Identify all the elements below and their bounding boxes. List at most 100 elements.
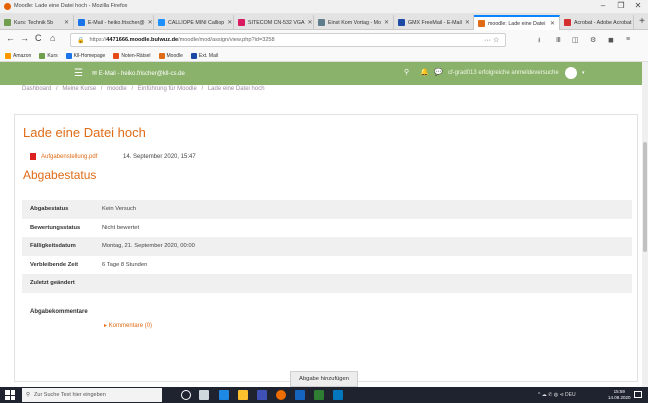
close-tab-icon[interactable]: ✕ (308, 19, 313, 26)
new-tab-button[interactable]: + (639, 16, 645, 27)
close-window-button[interactable]: ✕ (631, 1, 645, 10)
search-placeholder: Zur Suche Text hier eingeben (34, 392, 106, 398)
tab-favicon (564, 19, 571, 26)
back-button[interactable]: ← (6, 33, 15, 43)
breadcrumb-dashboard[interactable]: Dashboard (22, 86, 51, 92)
file-explorer-icon[interactable] (238, 390, 248, 400)
tab-gmx[interactable]: GMX FreeMail - E-Mail ✕ (394, 15, 474, 30)
status-value: Kein Versuch (102, 206, 137, 213)
close-tab-icon[interactable]: ✕ (148, 19, 153, 26)
bookmark-amazon[interactable]: Amazon (5, 52, 32, 59)
status-value (102, 274, 632, 293)
cortana-icon[interactable] (181, 390, 191, 400)
tab-acrobat[interactable]: Acrobat - Adobe Acrobat✕ (560, 15, 634, 30)
breadcrumb-separator: / (100, 86, 103, 92)
tab-favicon (318, 19, 325, 26)
status-value: Nicht bewertet (102, 224, 140, 231)
tab-kurs-technik[interactable]: Kurs: Technik 5b ✕ (0, 15, 74, 30)
comments-toggle-link[interactable]: ▸ Kommentare (0) (104, 322, 152, 329)
bookmark-noten[interactable]: Noten-Rätsel (113, 52, 151, 59)
close-tab-icon[interactable]: ✕ (227, 19, 232, 26)
bookmark-label: Amazon (13, 52, 32, 59)
close-tab-icon[interactable]: ✕ (550, 20, 555, 27)
attachment-link[interactable]: Aufgabenstellung.pdf (41, 154, 123, 160)
avatar[interactable] (565, 67, 577, 79)
taskbar-search-box[interactable]: ⚲ Zur Suche Text hier eingeben (22, 388, 162, 402)
mail-link[interactable]: ✉ E-Mail - heiko.frischer@kll-cs.de (92, 70, 185, 77)
system-tray[interactable]: ^ ☁ ✆ ◍ ⊲ DEU (538, 392, 576, 398)
reload-button[interactable]: C (35, 33, 42, 43)
add-submission-button[interactable]: Abgabe hinzufügen (290, 371, 358, 387)
page-title: Lade eine Datei hoch (23, 125, 146, 140)
bookmark-kll-homepage[interactable]: Kll-Homepage (65, 52, 106, 59)
bookmark-ext-mail[interactable]: Ext. Mail (190, 52, 219, 59)
tab-email[interactable]: E-Mail - heiko.frischer@ ✕ (74, 15, 154, 30)
messages-icon[interactable]: 💬 (434, 68, 443, 76)
table-row: Abgabestatus Kein Versuch (22, 200, 632, 219)
excel-icon[interactable] (314, 390, 324, 400)
tab-favicon (4, 19, 11, 26)
windows-start-icon[interactable] (5, 390, 15, 400)
bookmark-label: Kll-Homepage (73, 52, 106, 59)
breadcrumb-current[interactable]: Lade eine Datei hoch (208, 86, 265, 92)
tab-favicon (238, 19, 245, 26)
notification-bell-icon[interactable]: 🔔 (420, 68, 429, 76)
word-icon[interactable] (295, 390, 305, 400)
bookmark-label: Moodle (166, 52, 183, 59)
task-view-icon[interactable] (199, 390, 209, 400)
url-bar[interactable]: 🔒 https:// 4471666.moodle.bulwuz.de /moo… (70, 33, 506, 47)
clock[interactable]: 15:59 14.09.2020 (608, 389, 631, 401)
window-titlebar: Moodle: Lade eine Datei hoch - Mozilla F… (0, 0, 648, 13)
close-tab-icon[interactable]: ✕ (64, 19, 69, 26)
notification-center-icon[interactable] (634, 391, 642, 398)
outlook-icon[interactable] (333, 390, 343, 400)
tab-sitecom[interactable]: SITECOM CN-532 VGA ✕ (234, 15, 314, 30)
table-row: Zuletzt geändert (22, 274, 632, 293)
edge-icon[interactable] (219, 390, 229, 400)
menu-icon[interactable]: ≡ (626, 36, 630, 43)
bookmarks-bar: Amazon Kurs Kll-Homepage Noten-Rätsel Mo… (0, 50, 648, 62)
store-icon[interactable] (257, 390, 267, 400)
sidebar-icon[interactable]: ◫ (572, 36, 579, 44)
bookmark-kurs[interactable]: Kurs (39, 52, 58, 59)
status-label: Zuletzt geändert (30, 280, 75, 287)
close-tab-icon[interactable]: ✕ (384, 19, 389, 26)
library-icon[interactable]: Ⅲ (556, 36, 561, 44)
scrollbar-thumb[interactable] (643, 142, 647, 252)
minimize-button[interactable]: – (596, 1, 610, 10)
close-tab-icon[interactable]: ✕ (465, 19, 470, 26)
user-menu-name[interactable]: cf-grad013 erfolgreiche anmeldeversuche (448, 70, 559, 76)
account-icon[interactable]: ◼ (608, 36, 614, 44)
tab-label: moodle: Lade eine Datei (488, 20, 546, 27)
tab-favicon (478, 20, 485, 27)
breadcrumb-moodle[interactable]: moodle (107, 86, 127, 92)
hamburger-menu-icon[interactable]: ☰ (74, 68, 83, 79)
status-label: Verbleibende Zeit (30, 261, 78, 268)
section-title: Abgabestatus (23, 168, 97, 182)
firefox-taskbar-icon[interactable] (276, 390, 286, 400)
extension-icon[interactable]: ⚙ (590, 36, 596, 44)
breadcrumb-meine-kurse[interactable]: Meine Kurse (62, 86, 96, 92)
status-label: Bewertungsstatus (30, 224, 81, 231)
bookmark-label: Kurs (47, 52, 58, 59)
maximize-button[interactable]: ❐ (614, 1, 628, 10)
bookmark-label: Ext. Mail (198, 52, 219, 59)
page-actions-icon[interactable]: ··· ☆ (484, 36, 499, 44)
breadcrumb-einfuehrung[interactable]: Einführung für Moodle (138, 86, 197, 92)
bookmark-moodle[interactable]: Moodle (158, 52, 183, 59)
tab-calliope[interactable]: CALLIOPE MINI Calliop ✕ (154, 15, 234, 30)
forward-button[interactable]: → (20, 33, 29, 43)
tab-moodle-active[interactable]: moodle: Lade eine Datei ✕ (474, 15, 560, 30)
search-icon[interactable]: ⚲ (404, 68, 409, 76)
bookmark-icon (39, 52, 46, 59)
downloads-icon[interactable]: ⭳ (538, 36, 540, 47)
breadcrumb-separator: / (131, 86, 134, 92)
chevron-down-icon[interactable]: ▾ (582, 70, 585, 76)
home-button[interactable]: ⌂ (50, 33, 55, 43)
tab-einst-kom[interactable]: Einst Kom Vortag - Mo ✕ (314, 15, 394, 30)
tab-label: Einst Kom Vortag - Mo (328, 19, 381, 26)
url-prefix: https:// (89, 37, 107, 43)
page-scrollbar[interactable] (642, 62, 648, 387)
bookmark-icon (5, 52, 11, 59)
attachment-row: Aufgabenstellung.pdf 14. September 2020,… (30, 153, 196, 160)
